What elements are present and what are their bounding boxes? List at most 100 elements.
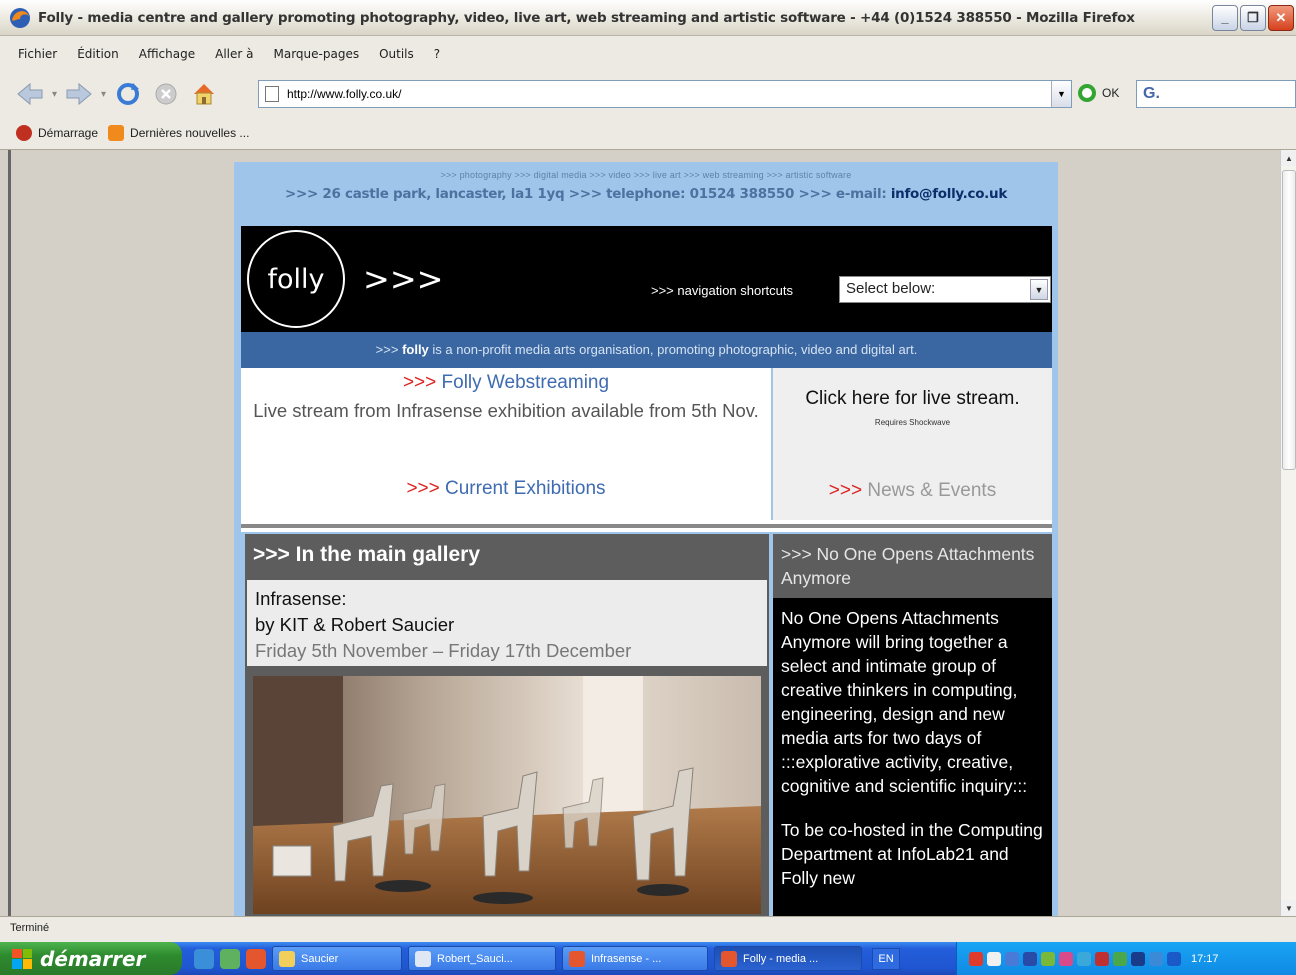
minimize-button[interactable]: _	[1212, 4, 1238, 31]
arrow-marker: >>>	[402, 372, 437, 393]
tray-icon[interactable]	[1059, 951, 1073, 966]
task-saucier[interactable]: Saucier	[272, 946, 402, 971]
forward-button[interactable]	[63, 78, 95, 110]
stop-button[interactable]	[150, 78, 182, 110]
address-text: >>> 26 castle park, lancaster, la1 1yq >…	[284, 186, 891, 202]
back-dropdown-icon[interactable]: ▾	[52, 89, 57, 100]
go-button[interactable]: OK	[1078, 84, 1119, 102]
task-folly[interactable]: Folly - media ...	[714, 946, 862, 971]
folly-logo[interactable]: folly	[247, 230, 345, 328]
exhibition-info: Infrasense: by KIT & Robert Saucier Frid…	[245, 578, 769, 668]
tray-icon[interactable]	[1005, 951, 1019, 966]
reload-button[interactable]	[112, 78, 144, 110]
start-button[interactable]: démarrer	[0, 942, 182, 975]
tagline: >>> photography >>> digital media >>> vi…	[440, 170, 852, 180]
bookmarks-toolbar: Démarrage Dernières nouvelles ...	[0, 116, 1296, 150]
desktop-icon[interactable]	[194, 948, 214, 969]
tray-icon[interactable]	[1041, 951, 1055, 966]
vertical-scrollbar[interactable]: ▲ ▼	[1280, 150, 1296, 916]
navigation-toolbar: ▾ ▾ http://www.folly.co.uk/ ▼ OK G.	[0, 72, 1296, 116]
current-exhibitions-link[interactable]: >>> Current Exhibitions	[241, 478, 771, 500]
divider-line	[241, 524, 1052, 528]
tray-icon[interactable]	[1167, 951, 1181, 966]
exhibition-photo-frame	[245, 668, 769, 916]
scroll-up-icon[interactable]: ▲	[1281, 150, 1296, 166]
url-dropdown-icon[interactable]: ▼	[1051, 81, 1071, 107]
tray-icon[interactable]	[1113, 951, 1127, 966]
tray-icon[interactable]	[1023, 951, 1037, 966]
sidebar-heading[interactable]: >>> No One Opens Attachments Anymore	[773, 534, 1052, 598]
intro-band: >>> folly is a non-profit media arts org…	[241, 332, 1052, 368]
media-icon[interactable]	[220, 948, 240, 969]
logo-arrows: >>>	[363, 260, 444, 298]
clock[interactable]: 17:17	[1191, 953, 1219, 965]
exhibition-photo[interactable]	[253, 676, 761, 914]
task-robert-saucier[interactable]: Robert_Sauci...	[408, 946, 556, 971]
menu-help[interactable]: ?	[434, 47, 440, 61]
news-events-link[interactable]: >>> News & Events	[773, 480, 1052, 502]
bookmark-dernieres-nouvelles[interactable]: Dernières nouvelles ...	[108, 124, 250, 141]
language-indicator[interactable]: EN	[872, 947, 900, 970]
bookmark-icon	[16, 124, 32, 141]
task-label: Folly - media ...	[743, 952, 819, 965]
sidebar-body: No One Opens Attachments Anymore will br…	[773, 598, 1052, 916]
task-label: Saucier	[301, 952, 339, 965]
webstreaming-panel: >>> Folly Webstreaming Live stream from …	[241, 368, 771, 520]
bookmark-label: Dernières nouvelles ...	[130, 125, 250, 140]
firefox-icon	[569, 950, 585, 967]
menu-aller[interactable]: Aller à	[215, 47, 253, 61]
menu-fichier[interactable]: Fichier	[18, 47, 57, 61]
email-link[interactable]: info@folly.co.uk	[891, 186, 1007, 202]
go-label: OK	[1102, 86, 1120, 100]
scroll-down-icon[interactable]: ▼	[1281, 900, 1296, 916]
tray-icon[interactable]	[1149, 951, 1163, 966]
navigation-shortcuts-select[interactable]: Select below: ▼	[839, 276, 1051, 303]
intro-text: is a non-profit media arts organisation,…	[428, 342, 918, 357]
chevron-down-icon: ▼	[1030, 279, 1048, 300]
menu-affichage[interactable]: Affichage	[139, 47, 195, 61]
webstreaming-link[interactable]: >>> Folly Webstreaming	[241, 372, 771, 394]
firefox-icon	[10, 7, 30, 28]
folder-icon	[279, 950, 295, 967]
main-gallery-heading: >>> In the main gallery	[245, 534, 769, 578]
close-button[interactable]: ✕	[1268, 4, 1294, 31]
page-icon	[265, 86, 279, 102]
url-bar[interactable]: http://www.folly.co.uk/ ▼	[258, 80, 1072, 108]
google-search-icon: G.	[1143, 85, 1160, 102]
menu-edition[interactable]: Édition	[77, 47, 119, 61]
tray-icon[interactable]	[969, 951, 983, 966]
tray-icon[interactable]	[987, 951, 1001, 966]
section-divider	[241, 520, 1052, 532]
tray-icon[interactable]	[1095, 951, 1109, 966]
firefox-quicklaunch-icon[interactable]	[246, 948, 266, 969]
tray-icon[interactable]	[1077, 951, 1091, 966]
scroll-thumb[interactable]	[1282, 170, 1296, 470]
site-header: folly >>> >>> navigation shortcuts Selec…	[241, 226, 1052, 332]
search-input[interactable]: G.	[1136, 80, 1296, 108]
forward-dropdown-icon[interactable]: ▾	[101, 89, 106, 100]
live-stream-panel: Click here for live stream. Requires Sho…	[773, 368, 1052, 520]
home-button[interactable]	[188, 78, 220, 110]
sidebar-paragraph-1: No One Opens Attachments Anymore will br…	[781, 608, 1028, 796]
back-button[interactable]	[14, 78, 46, 110]
sidebar-paragraph-2: To be co-hosted in the Computing Departm…	[781, 820, 1043, 888]
menu-outils[interactable]: Outils	[379, 47, 414, 61]
page-viewport: >>> photography >>> digital media >>> vi…	[8, 150, 1280, 916]
go-icon	[1078, 84, 1096, 102]
window-title: Folly - media centre and gallery promoti…	[38, 9, 1135, 26]
live-stream-link[interactable]: Click here for live stream.	[773, 388, 1052, 410]
select-value: Select below:	[846, 280, 936, 297]
bookmark-demarrage[interactable]: Démarrage	[16, 124, 98, 141]
menu-marque-pages[interactable]: Marque-pages	[274, 47, 360, 61]
windows-logo-icon	[12, 948, 32, 969]
image-viewer-icon	[415, 950, 431, 967]
task-infrasense[interactable]: Infrasense - ...	[562, 946, 708, 971]
windows-taskbar: démarrer Saucier Robert_Sauci... Infrase…	[0, 942, 1296, 975]
navigation-shortcuts-label: >>> navigation shortcuts	[651, 283, 794, 298]
status-bar: Terminé	[0, 916, 1296, 942]
home-icon	[194, 84, 215, 105]
url-text: http://www.folly.co.uk/	[287, 87, 402, 101]
reload-icon	[117, 83, 140, 105]
maximize-button[interactable]: ❐	[1240, 4, 1266, 31]
tray-icon[interactable]	[1131, 951, 1145, 966]
